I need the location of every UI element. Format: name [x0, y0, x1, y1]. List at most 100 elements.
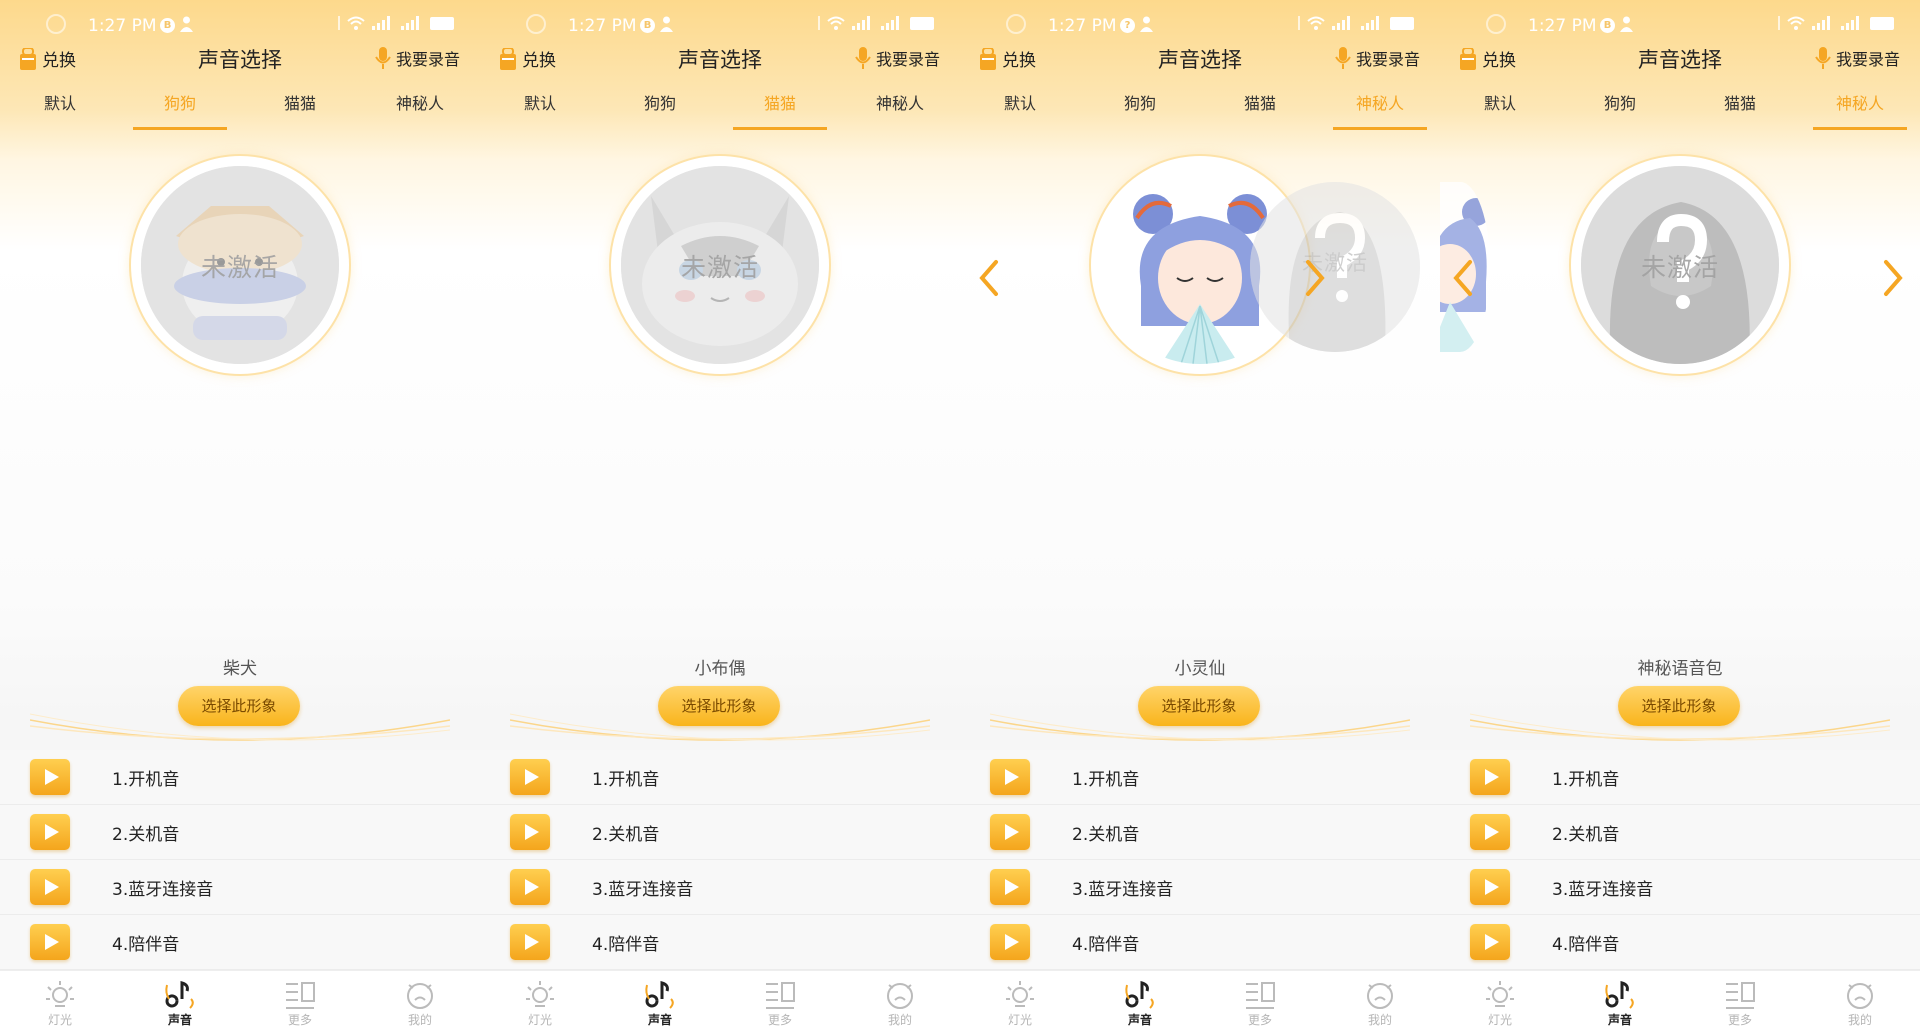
- play-icon[interactable]: [30, 924, 70, 960]
- tab-dog[interactable]: 狗狗: [600, 86, 720, 130]
- list-item[interactable]: 1.开机音: [960, 750, 1440, 805]
- nav-sound[interactable]: 声音: [1080, 971, 1200, 1036]
- person-icon: [180, 16, 193, 32]
- record-label: 我要录音: [395, 50, 460, 69]
- nav-label: 我的: [1367, 1013, 1392, 1027]
- play-icon[interactable]: [30, 759, 70, 795]
- select-avatar-button[interactable]: 选择此形象: [178, 686, 300, 726]
- nav-more[interactable]: 更多: [240, 971, 360, 1036]
- nav-label: 灯光: [47, 1013, 72, 1027]
- tab-default[interactable]: 默认: [480, 86, 600, 130]
- list-item[interactable]: 3.蓝牙连接音: [1440, 860, 1920, 915]
- tab-mystery[interactable]: 神秘人: [1800, 86, 1920, 130]
- play-icon[interactable]: [1470, 759, 1510, 795]
- play-icon[interactable]: [30, 814, 70, 850]
- tab-dog[interactable]: 狗狗: [1560, 86, 1680, 130]
- sound-label: 3.蓝牙连接音: [1552, 879, 1654, 900]
- nav-mine[interactable]: 我的: [1800, 971, 1920, 1036]
- tab-cat[interactable]: 猫猫: [1200, 86, 1320, 130]
- nav-light[interactable]: 灯光: [480, 971, 600, 1036]
- play-icon[interactable]: [510, 924, 550, 960]
- prev-arrow-icon[interactable]: [1450, 258, 1476, 298]
- nav-mine[interactable]: 我的: [840, 971, 960, 1036]
- tab-mystery[interactable]: 神秘人: [840, 86, 960, 130]
- light-bulb-icon: [1486, 981, 1514, 1007]
- play-icon[interactable]: [1470, 869, 1510, 905]
- play-icon[interactable]: [510, 869, 550, 905]
- list-item[interactable]: 2.关机音: [0, 805, 480, 860]
- tab-bar: 默认 狗狗 猫猫 神秘人: [480, 86, 960, 130]
- record-button[interactable]: 我要录音: [1334, 46, 1420, 70]
- record-button[interactable]: 我要录音: [854, 46, 940, 70]
- sound-label: 3.蓝牙连接音: [1072, 879, 1174, 900]
- tab-mystery[interactable]: 神秘人: [1320, 86, 1440, 130]
- record-label: 我要录音: [875, 50, 940, 69]
- nav-mine[interactable]: 我的: [360, 971, 480, 1036]
- avatar-frame[interactable]: 未激活: [1569, 154, 1791, 376]
- prev-arrow-icon[interactable]: [976, 258, 1002, 298]
- tab-default[interactable]: 默认: [0, 86, 120, 130]
- next-avatar-preview[interactable]: 未激活: [1250, 182, 1420, 352]
- play-icon[interactable]: [1470, 814, 1510, 850]
- nav-more[interactable]: 更多: [1200, 971, 1320, 1036]
- play-icon[interactable]: [990, 759, 1030, 795]
- list-item[interactable]: 2.关机音: [1440, 805, 1920, 860]
- tab-cat[interactable]: 猫猫: [240, 86, 360, 130]
- list-item[interactable]: 1.开机音: [480, 750, 960, 805]
- next-arrow-icon[interactable]: [1302, 258, 1328, 298]
- nav-light[interactable]: 灯光: [0, 971, 120, 1036]
- avatar-frame[interactable]: 未激活: [129, 154, 351, 376]
- nav-label: 声音: [1127, 1013, 1152, 1027]
- list-item[interactable]: 1.开机音: [0, 750, 480, 805]
- tab-default[interactable]: 默认: [960, 86, 1080, 130]
- nav-more[interactable]: 更多: [1680, 971, 1800, 1036]
- nav-label: 灯光: [1487, 1013, 1512, 1027]
- list-item[interactable]: 3.蓝牙连接音: [0, 860, 480, 915]
- play-icon[interactable]: [990, 869, 1030, 905]
- status-time: 1:27 PM: [568, 16, 637, 36]
- select-avatar-button[interactable]: 选择此形象: [1138, 686, 1260, 726]
- signal-icon: [852, 16, 870, 30]
- nav-light[interactable]: 灯光: [1440, 971, 1560, 1036]
- play-icon[interactable]: [510, 759, 550, 795]
- tab-mystery[interactable]: 神秘人: [360, 86, 480, 130]
- list-item[interactable]: 4.陪伴音: [960, 915, 1440, 970]
- status-bar: 1:27 PM B: [0, 0, 480, 46]
- nav-sound[interactable]: 声音: [1560, 971, 1680, 1036]
- nav-sound[interactable]: 声音: [120, 971, 240, 1036]
- record-button[interactable]: 我要录音: [1814, 46, 1900, 70]
- avatar-frame[interactable]: 未激活: [609, 154, 831, 376]
- list-item[interactable]: 4.陪伴音: [1440, 915, 1920, 970]
- menu-list-icon: [1726, 982, 1755, 1009]
- select-avatar-button[interactable]: 选择此形象: [1618, 686, 1740, 726]
- play-icon[interactable]: [1470, 924, 1510, 960]
- nav-light[interactable]: 灯光: [960, 971, 1080, 1036]
- select-avatar-button[interactable]: 选择此形象: [658, 686, 780, 726]
- list-item[interactable]: 3.蓝牙连接音: [960, 860, 1440, 915]
- music-note-icon: [165, 981, 194, 1009]
- tab-default[interactable]: 默认: [1440, 86, 1560, 130]
- list-item[interactable]: 2.关机音: [960, 805, 1440, 860]
- tab-cat[interactable]: 猫猫: [720, 86, 840, 130]
- list-item[interactable]: 1.开机音: [1440, 750, 1920, 805]
- nav-more[interactable]: 更多: [720, 971, 840, 1036]
- sound-list: 1.开机音 2.关机音 3.蓝牙连接音 4.陪伴音: [0, 750, 480, 970]
- tab-dog[interactable]: 狗狗: [120, 86, 240, 130]
- play-icon[interactable]: [510, 814, 550, 850]
- nav-mine[interactable]: 我的: [1320, 971, 1440, 1036]
- sound-label: 3.蓝牙连接音: [592, 879, 694, 900]
- list-item[interactable]: 3.蓝牙连接音: [480, 860, 960, 915]
- character-name: 小布偶: [694, 659, 746, 679]
- list-item[interactable]: 2.关机音: [480, 805, 960, 860]
- next-arrow-icon[interactable]: [1880, 258, 1906, 298]
- nav-sound[interactable]: 声音: [600, 971, 720, 1036]
- phone-screen-cat: 1:27 PM B 兑换 声音选择 我要录音 默认 狗狗 猫猫 神秘人 未激活 …: [480, 0, 960, 1036]
- tab-cat[interactable]: 猫猫: [1680, 86, 1800, 130]
- play-icon[interactable]: [990, 814, 1030, 850]
- play-icon[interactable]: [990, 924, 1030, 960]
- play-icon[interactable]: [30, 869, 70, 905]
- list-item[interactable]: 4.陪伴音: [480, 915, 960, 970]
- tab-dog[interactable]: 狗狗: [1080, 86, 1200, 130]
- record-button[interactable]: 我要录音: [374, 46, 460, 70]
- list-item[interactable]: 4.陪伴音: [0, 915, 480, 970]
